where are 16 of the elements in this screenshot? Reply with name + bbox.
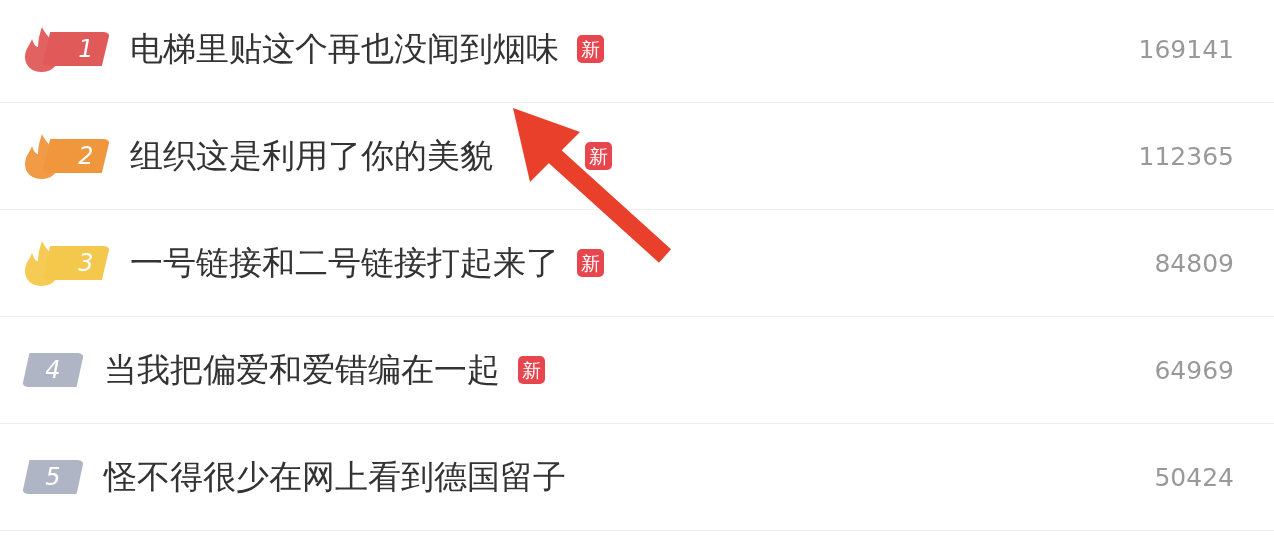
new-tag: 新 — [585, 142, 612, 170]
new-tag: 新 — [577, 35, 604, 63]
heat-count: 169141 — [1138, 34, 1234, 64]
headline-text[interactable]: 电梯里贴这个再也没闻到烟味 — [130, 26, 559, 72]
rank-badge: 4 — [22, 353, 84, 387]
heat-count: 64969 — [1154, 355, 1234, 385]
rank-badge: 5 — [22, 460, 84, 494]
heat-count: 50424 — [1154, 462, 1234, 492]
heat-count: 84809 — [1154, 248, 1234, 278]
headline-text[interactable]: 怪不得很少在网上看到德国留子 — [104, 454, 566, 500]
headline-text[interactable]: 一号链接和二号链接打起来了 — [130, 240, 559, 286]
new-tag: 新 — [577, 249, 604, 277]
heat-count: 112365 — [1138, 141, 1234, 171]
new-tag: 新 — [518, 356, 545, 384]
headline-text[interactable]: 组织这是利用了你的美貌 — [130, 133, 493, 179]
headline-text[interactable]: 当我把偏爱和爱错编在一起 — [104, 347, 500, 393]
